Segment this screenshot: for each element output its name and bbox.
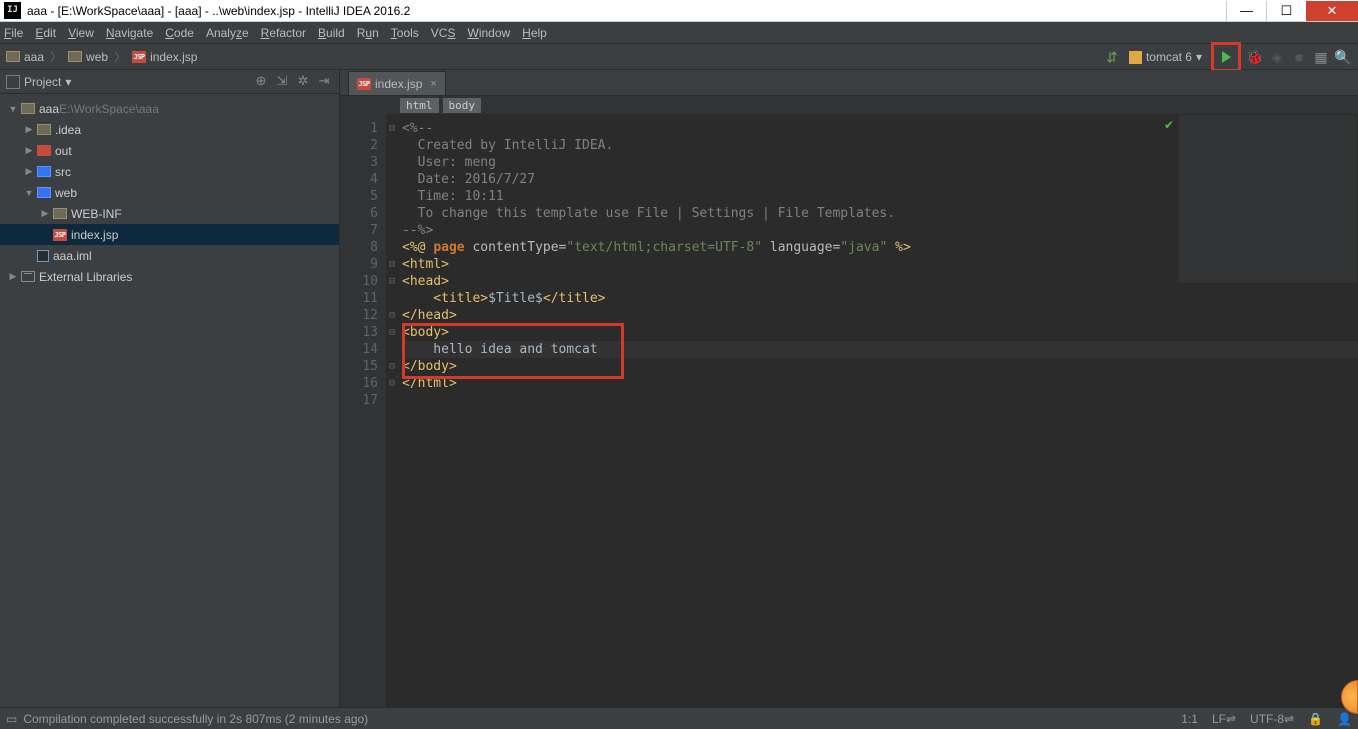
run-config-label: tomcat 6 [1146,50,1192,64]
line-ending[interactable]: LF⇌ [1212,712,1236,726]
editor-crumbs: html body [340,96,1358,114]
hector-icon[interactable]: 👤 [1337,712,1352,726]
folder-icon [37,187,51,198]
breadcrumb-item[interactable]: aaa [6,50,44,64]
breadcrumb-label: web [86,50,108,64]
folder-icon [21,103,35,114]
folder-icon [6,51,20,62]
folder-icon [37,166,51,177]
menu-navigate[interactable]: Navigate [106,26,153,40]
tree-row[interactable]: aaa.iml [0,245,339,266]
locate-icon[interactable]: ⊕ [252,73,270,91]
app-icon: IJ [4,2,21,19]
menu-file[interactable]: File [4,26,23,40]
layout-button[interactable]: ▦ [1310,46,1332,68]
title-bar: IJ aaa - [E:\WorkSpace\aaa] - [aaa] - ..… [0,0,1358,22]
menu-help[interactable]: Help [522,26,547,40]
project-header: Project ▾ ⊕ ⇲ ✲ ⇥ [0,70,339,94]
menu-edit[interactable]: Edit [35,26,56,40]
collapse-icon[interactable]: ⇲ [273,73,291,91]
breadcrumb-label: aaa [24,50,44,64]
jsp-icon: JSP [132,51,146,63]
chevron-down-icon[interactable]: ▾ [65,75,71,89]
folder-icon [37,145,51,156]
lib-icon [21,271,35,282]
tree-row[interactable]: ▶.idea [0,119,339,140]
play-icon [1222,51,1231,63]
status-message: Compilation completed successfully in 2s… [23,712,368,726]
status-bar: ▭ Compilation completed successfully in … [0,707,1358,729]
project-tree: ▼aaa E:\WorkSpace\aaa▶.idea▶out▶src▼web▶… [0,94,339,287]
jsp-icon: JSP [357,78,371,90]
menu-refactor[interactable]: Refactor [261,26,306,40]
jsp-icon: JSP [53,229,67,241]
menu-tools[interactable]: Tools [391,26,419,40]
iml-icon [37,250,49,262]
close-icon[interactable]: × [430,78,436,90]
inspection-ok-icon: ✔ [1164,118,1174,132]
coverage-button[interactable]: ◈ [1266,46,1288,68]
tree-row[interactable]: JSPindex.jsp [0,224,339,245]
nav-bar: aaa 〉 web 〉 JSP index.jsp ⇵ tomcat 6 ▾ 🐞… [0,44,1358,70]
minimize-button[interactable]: — [1226,1,1266,21]
crumb-body[interactable]: body [443,98,482,113]
run-button[interactable] [1211,42,1241,72]
tree-row[interactable]: ▶out [0,140,339,161]
hide-icon[interactable]: ⇥ [315,73,333,91]
tomcat-icon [1129,51,1142,64]
chevron-right-icon: 〉 [50,48,62,65]
folder-icon [68,51,82,62]
tree-row[interactable]: ▼aaa E:\WorkSpace\aaa [0,98,339,119]
search-icon[interactable]: 🔍 [1332,46,1354,68]
project-tool-window: Project ▾ ⊕ ⇲ ✲ ⇥ ▼aaa E:\WorkSpace\aaa▶… [0,70,340,707]
close-button[interactable]: ✕ [1306,1,1358,21]
menu-code[interactable]: Code [165,26,194,40]
gutter[interactable]: 1234567891011121314151617 [340,114,386,707]
project-header-label[interactable]: Project [24,75,61,89]
run-config-selector[interactable]: tomcat 6 ▾ [1123,50,1208,64]
menu-analyze[interactable]: Analyze [206,26,249,40]
debug-button[interactable]: 🐞 [1244,46,1266,68]
breadcrumb-item[interactable]: JSP index.jsp [132,50,197,64]
minimap[interactable] [1178,114,1358,284]
menu-view[interactable]: View [68,26,94,40]
folder-icon [37,124,51,135]
breadcrumb-label: index.jsp [150,50,197,64]
stop-button[interactable]: ■ [1288,46,1310,68]
maximize-button[interactable]: ☐ [1266,1,1306,21]
gear-icon[interactable]: ✲ [294,73,312,91]
project-icon [6,75,20,89]
menu-run[interactable]: Run [357,26,379,40]
crumb-html[interactable]: html [400,98,439,113]
menu-vcs[interactable]: VCS [431,26,456,40]
menu-window[interactable]: Window [467,26,510,40]
tree-row[interactable]: ▶External Libraries [0,266,339,287]
lock-icon[interactable]: 🔒 [1308,712,1323,726]
tab-label: index.jsp [375,77,422,91]
tree-row[interactable]: ▶WEB-INF [0,203,339,224]
menu-bar: File Edit View Navigate Code Analyze Ref… [0,22,1358,44]
editor: JSP index.jsp × html body 12345678910111… [340,70,1358,707]
tree-row[interactable]: ▶src [0,161,339,182]
tree-row[interactable]: ▼web [0,182,339,203]
menu-build[interactable]: Build [318,26,345,40]
breadcrumb-item[interactable]: web [68,50,108,64]
fold-column[interactable]: ⊟ ⊟⊟⊟⊟⊟⊟ [386,114,398,707]
editor-tab-bar: JSP index.jsp × [340,70,1358,96]
build-icon[interactable]: ⇵ [1101,46,1123,68]
chevron-right-icon: 〉 [114,48,126,65]
breadcrumb: aaa 〉 web 〉 JSP index.jsp [6,48,203,65]
caret-position[interactable]: 1:1 [1181,712,1198,726]
window-title: aaa - [E:\WorkSpace\aaa] - [aaa] - ..\we… [25,4,1226,18]
encoding[interactable]: UTF-8⇌ [1250,712,1294,726]
status-icon[interactable]: ▭ [6,712,17,726]
chevron-down-icon: ▾ [1196,50,1202,64]
folder-icon [53,208,67,219]
editor-tab[interactable]: JSP index.jsp × [348,71,446,95]
